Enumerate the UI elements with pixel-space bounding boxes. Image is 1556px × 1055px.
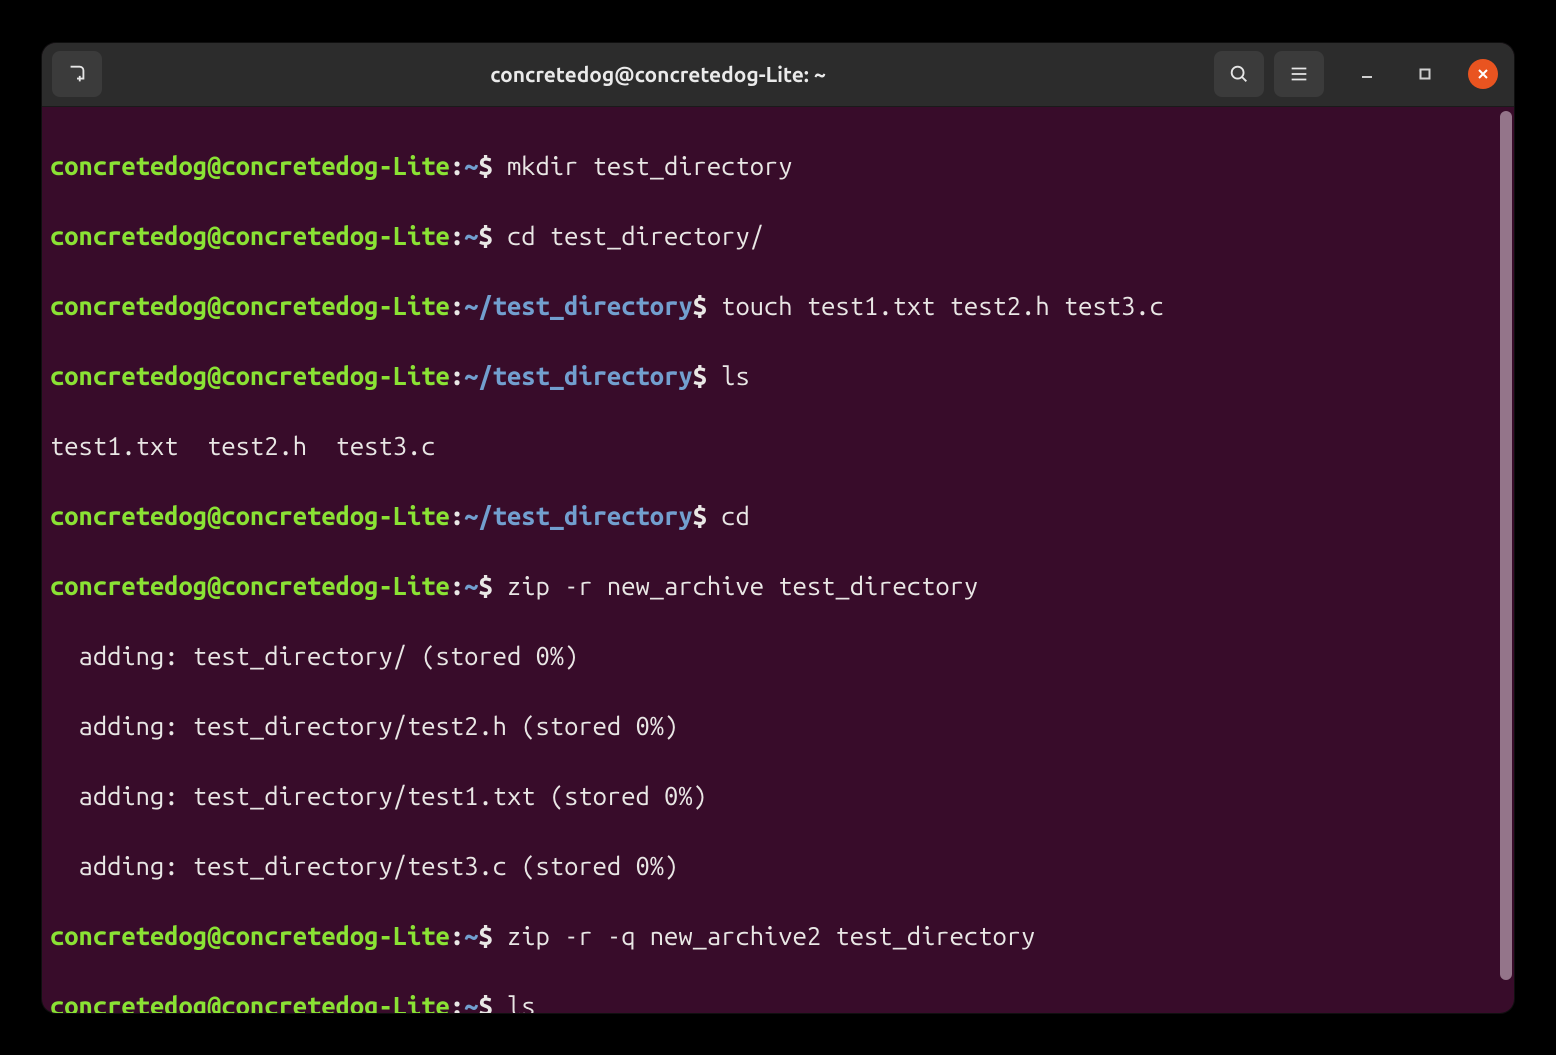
output-line: adding: test_directory/test3.c (stored 0… bbox=[50, 848, 1506, 883]
command: cd test_directory/ bbox=[493, 221, 764, 250]
window-title: concretedog@concretedog-Lite: ~ bbox=[112, 62, 1204, 86]
output-line: adding: test_directory/test2.h (stored 0… bbox=[50, 708, 1506, 743]
command: ls bbox=[493, 991, 536, 1013]
output-line: adding: test_directory/test1.txt (stored… bbox=[50, 778, 1506, 813]
command: zip -r new_archive test_directory bbox=[493, 571, 979, 600]
minimize-button[interactable] bbox=[1352, 59, 1382, 89]
terminal-window: concretedog@concretedog-Lite: ~ concrete… bbox=[42, 43, 1514, 1013]
command: touch test1.txt test2.h test3.c bbox=[707, 291, 1164, 320]
output-line: test1.txt test2.h test3.c bbox=[50, 428, 1506, 463]
output-line: adding: test_directory/ (stored 0%) bbox=[50, 638, 1506, 673]
terminal-output: concretedog@concretedog-Lite:~$ mkdir te… bbox=[50, 113, 1506, 1013]
terminal-body[interactable]: concretedog@concretedog-Lite:~$ mkdir te… bbox=[42, 107, 1514, 1013]
menu-button[interactable] bbox=[1274, 51, 1324, 97]
command: cd bbox=[707, 501, 750, 530]
scrollbar[interactable] bbox=[1500, 111, 1512, 981]
search-button[interactable] bbox=[1214, 51, 1264, 97]
prompt-user: concretedog@concretedog-Lite bbox=[50, 151, 450, 180]
close-button[interactable] bbox=[1468, 59, 1498, 89]
command: mkdir test_directory bbox=[493, 151, 793, 180]
titlebar: concretedog@concretedog-Lite: ~ bbox=[42, 43, 1514, 107]
maximize-button[interactable] bbox=[1410, 59, 1440, 89]
command: ls bbox=[707, 361, 750, 390]
command: zip -r -q new_archive2 test_directory bbox=[493, 921, 1036, 950]
prompt-path: ~ bbox=[464, 151, 478, 180]
window-controls bbox=[1352, 59, 1498, 89]
new-tab-button[interactable] bbox=[52, 51, 102, 97]
